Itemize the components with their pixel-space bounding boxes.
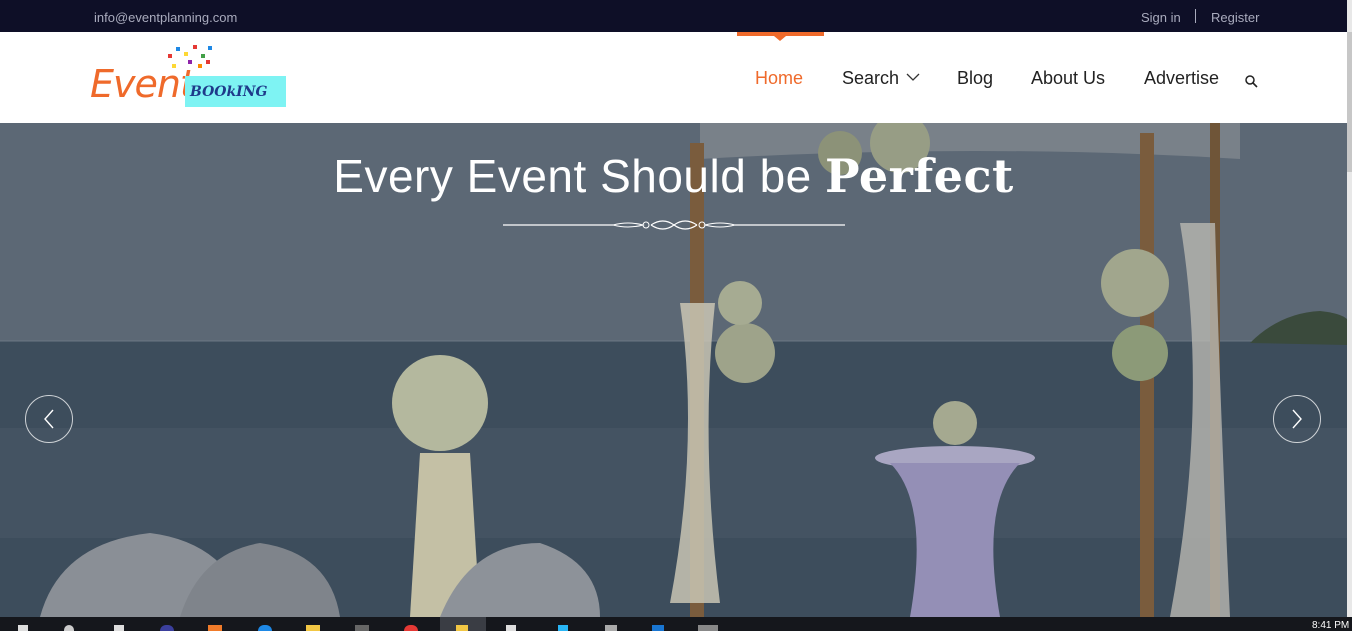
app-icon[interactable] bbox=[456, 625, 468, 631]
edge-icon[interactable] bbox=[258, 625, 272, 631]
top-bar: info@eventplanning.com Sign in Register bbox=[0, 0, 1347, 32]
slider-next-button[interactable] bbox=[1273, 395, 1321, 443]
folder-icon[interactable] bbox=[306, 625, 320, 631]
logo-confetti bbox=[201, 54, 205, 58]
scrollbar-thumb[interactable] bbox=[1347, 32, 1352, 172]
start-icon[interactable] bbox=[18, 625, 28, 631]
nav-home[interactable]: Home bbox=[755, 68, 803, 89]
app-icon[interactable] bbox=[605, 625, 617, 631]
hero-title-bold: Perfect bbox=[825, 149, 1014, 203]
slider-prev-button[interactable] bbox=[25, 395, 73, 443]
task-view-icon[interactable] bbox=[114, 625, 124, 631]
site-logo[interactable]: Event BOOkING bbox=[90, 42, 290, 118]
chevron-left-icon bbox=[44, 409, 54, 429]
hero-title-regular: Every Event Should be bbox=[333, 150, 812, 202]
register-link[interactable]: Register bbox=[1211, 10, 1259, 25]
logo-confetti bbox=[168, 54, 172, 58]
nav-search[interactable]: Search bbox=[842, 68, 899, 89]
chevron-down-icon[interactable] bbox=[906, 72, 920, 82]
chrome-icon[interactable] bbox=[404, 625, 418, 631]
app-icon[interactable] bbox=[160, 625, 174, 631]
logo-confetti bbox=[206, 60, 210, 64]
app-icon[interactable] bbox=[355, 625, 369, 631]
contact-email[interactable]: info@eventplanning.com bbox=[94, 10, 237, 25]
logo-confetti bbox=[184, 52, 188, 56]
app-icon[interactable] bbox=[652, 625, 664, 631]
chevron-right-icon bbox=[1292, 409, 1302, 429]
separator bbox=[1195, 9, 1196, 23]
app-icon[interactable] bbox=[558, 625, 568, 631]
nav-blog[interactable]: Blog bbox=[957, 68, 993, 89]
os-taskbar: 8:41 PM bbox=[0, 617, 1352, 631]
logo-confetti bbox=[193, 45, 197, 49]
app-icon[interactable] bbox=[506, 625, 516, 631]
search-icon[interactable] bbox=[64, 625, 74, 631]
logo-confetti bbox=[208, 46, 212, 50]
logo-booking-text: BOOkING bbox=[190, 84, 268, 100]
nav-advertise[interactable]: Advertise bbox=[1144, 68, 1219, 89]
hero-slider: Every Event Should be Perfect bbox=[0, 123, 1347, 617]
taskbar-clock[interactable]: 8:41 PM bbox=[1312, 620, 1349, 631]
app-icon[interactable] bbox=[208, 625, 222, 631]
search-icon[interactable] bbox=[1244, 74, 1258, 88]
page-scrollbar[interactable] bbox=[1347, 0, 1352, 617]
ornament-divider bbox=[503, 220, 845, 230]
nav-about-us[interactable]: About Us bbox=[1031, 68, 1105, 89]
main-navbar: Event BOOkING Home Search Blog About Us … bbox=[0, 32, 1347, 123]
logo-confetti bbox=[176, 47, 180, 51]
active-tab-notch bbox=[774, 36, 786, 41]
hero-title: Every Event Should be Perfect bbox=[0, 149, 1347, 203]
sign-in-link[interactable]: Sign in bbox=[1141, 10, 1181, 25]
logo-confetti bbox=[198, 64, 202, 68]
app-icon[interactable] bbox=[698, 625, 718, 631]
logo-event-text: Event bbox=[90, 62, 195, 106]
